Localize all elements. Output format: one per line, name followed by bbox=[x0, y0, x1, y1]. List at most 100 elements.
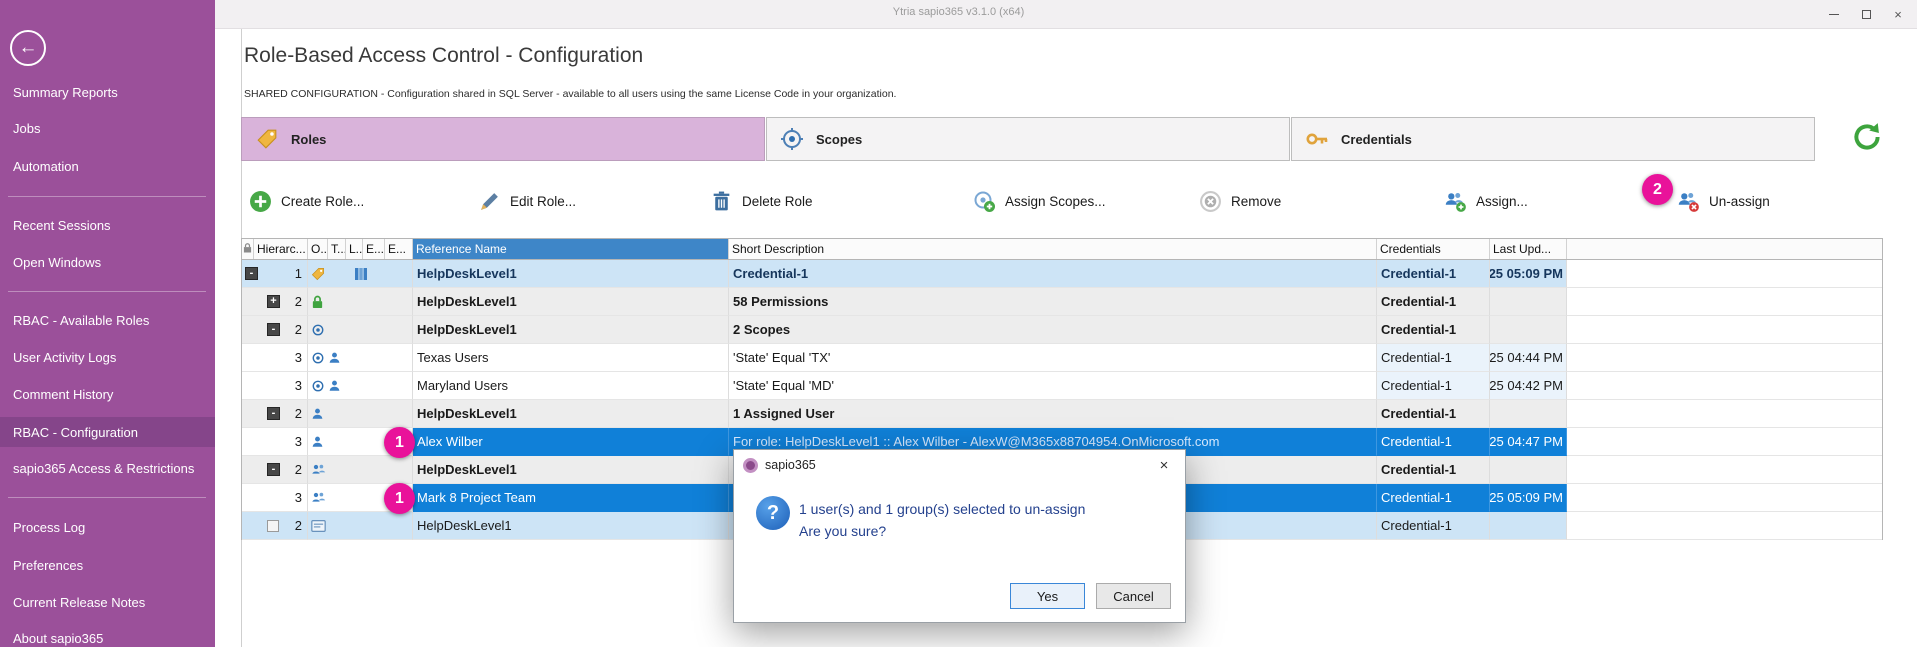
last-updated-column-header[interactable]: Last Upd... bbox=[1490, 239, 1567, 259]
column-header-e2[interactable]: E... bbox=[385, 239, 413, 259]
table-row[interactable]: - 1 HelpDeskLevel1 Credential-1 Credenti… bbox=[242, 260, 1882, 288]
sidebar-item-user-activity-logs[interactable]: User Activity Logs bbox=[0, 342, 215, 372]
reference-name-cell[interactable]: Mark 8 Project Team bbox=[413, 484, 729, 512]
sidebar-item-about-sapio365[interactable]: About sapio365 bbox=[0, 623, 215, 647]
create-role-button[interactable]: Create Role... bbox=[248, 178, 364, 224]
column-header-e1[interactable]: E... bbox=[363, 239, 385, 259]
credentials-column-header[interactable]: Credentials bbox=[1377, 239, 1490, 259]
sidebar-item-recent-sessions[interactable]: Recent Sessions bbox=[0, 210, 215, 240]
last-updated-cell[interactable]: 25 05:09 PM bbox=[1490, 484, 1567, 512]
sidebar-item-automation[interactable]: Automation bbox=[0, 151, 215, 181]
table-row[interactable]: - 2 HelpDeskLevel1 2 Scopes Credential-1 bbox=[242, 316, 1882, 344]
dialog-titlebar[interactable]: sapio365 × bbox=[734, 450, 1185, 480]
pencil-icon bbox=[477, 189, 501, 213]
sidebar-item-jobs[interactable]: Jobs bbox=[0, 113, 215, 143]
unassign-button[interactable]: Un-assign bbox=[1676, 178, 1770, 224]
credentials-cell[interactable]: Credential-1 bbox=[1377, 260, 1490, 288]
dialog-message: 1 user(s) and 1 group(s) selected to un-… bbox=[799, 501, 1085, 517]
yes-button[interactable]: Yes bbox=[1010, 583, 1085, 609]
reference-name-cell[interactable]: HelpDeskLevel1 bbox=[413, 316, 729, 344]
assign-scopes-button[interactable]: Assign Scopes... bbox=[972, 178, 1106, 224]
sidebar-item-preferences[interactable]: Preferences bbox=[0, 550, 215, 580]
tab-credentials[interactable]: Credentials bbox=[1291, 117, 1815, 161]
sidebar-item-rbac-configuration[interactable]: RBAC - Configuration bbox=[0, 417, 215, 447]
sidebar-item-rbac-available-roles[interactable]: RBAC - Available Roles bbox=[0, 305, 215, 335]
close-button[interactable]: × bbox=[1885, 3, 1911, 25]
last-updated-cell[interactable] bbox=[1490, 316, 1567, 344]
sidebar-item-process-log[interactable]: Process Log bbox=[0, 512, 215, 542]
sidebar-item-open-windows[interactable]: Open Windows bbox=[0, 247, 215, 277]
minimize-button[interactable] bbox=[1821, 3, 1847, 25]
credentials-cell[interactable]: Credential-1 bbox=[1377, 512, 1490, 540]
table-row[interactable]: - 2 HelpDeskLevel1 1 Assigned User Crede… bbox=[242, 400, 1882, 428]
reference-name-cell[interactable]: HelpDeskLevel1 bbox=[413, 400, 729, 428]
reference-name-cell[interactable]: HelpDeskLevel1 bbox=[413, 260, 729, 288]
lock-column-header[interactable] bbox=[242, 239, 254, 259]
delete-role-button[interactable]: Delete Role bbox=[709, 178, 813, 224]
scope-add-icon bbox=[972, 189, 996, 213]
column-header-t[interactable]: T... bbox=[328, 239, 346, 259]
tab-scopes[interactable]: Scopes bbox=[766, 117, 1290, 161]
last-updated-cell[interactable] bbox=[1490, 512, 1567, 540]
assign-button[interactable]: Assign... bbox=[1443, 178, 1528, 224]
reference-name-cell[interactable]: HelpDeskLevel1 bbox=[413, 456, 729, 484]
sidebar-item-sapio365-access-restrictions[interactable]: sapio365 Access & Restrictions bbox=[0, 453, 215, 483]
collapse-toggle[interactable]: - bbox=[245, 267, 258, 280]
toolbar-label: Edit Role... bbox=[510, 194, 576, 209]
reference-name-cell[interactable]: Alex Wilber bbox=[413, 428, 729, 456]
remove-button[interactable]: Remove bbox=[1198, 178, 1281, 224]
last-updated-cell[interactable]: 025 04:42 PM bbox=[1490, 372, 1567, 400]
last-updated-cell[interactable]: 025 04:44 PM bbox=[1490, 344, 1567, 372]
last-updated-cell[interactable]: 025 04:47 PM bbox=[1490, 428, 1567, 456]
short-description-cell[interactable]: 'State' Equal 'MD' bbox=[729, 372, 1377, 400]
credentials-cell[interactable]: Credential-1 bbox=[1377, 456, 1490, 484]
reference-name-column-header[interactable]: Reference Name bbox=[413, 239, 729, 259]
credentials-cell[interactable]: Credential-1 bbox=[1377, 288, 1490, 316]
card-icon bbox=[311, 520, 326, 532]
last-updated-cell[interactable] bbox=[1490, 456, 1567, 484]
collapse-toggle[interactable]: - bbox=[267, 407, 280, 420]
short-description-cell[interactable]: Credential-1 bbox=[729, 260, 1377, 288]
last-updated-cell[interactable]: 25 05:09 PM bbox=[1490, 260, 1567, 288]
credentials-cell[interactable]: Credential-1 bbox=[1377, 344, 1490, 372]
credentials-cell[interactable]: Credential-1 bbox=[1377, 316, 1490, 344]
sidebar-item-comment-history[interactable]: Comment History bbox=[0, 379, 215, 409]
maximize-button[interactable] bbox=[1853, 3, 1879, 25]
tab-label: Roles bbox=[291, 132, 326, 147]
tag-icon bbox=[311, 267, 325, 281]
sidebar-item-summary-reports[interactable]: Summary Reports bbox=[0, 77, 215, 107]
table-row[interactable]: 3 Maryland Users 'State' Equal 'MD' Cred… bbox=[242, 372, 1882, 400]
credentials-cell[interactable]: Credential-1 bbox=[1377, 484, 1490, 512]
table-row[interactable]: 3 Texas Users 'State' Equal 'TX' Credent… bbox=[242, 344, 1882, 372]
hierarchy-column-header[interactable]: Hierarc... bbox=[254, 239, 308, 259]
last-updated-cell[interactable] bbox=[1490, 288, 1567, 316]
expand-toggle[interactable]: + bbox=[267, 295, 280, 308]
collapse-toggle[interactable]: - bbox=[267, 463, 280, 476]
tab-roles[interactable]: Roles bbox=[241, 117, 765, 161]
collapse-toggle[interactable]: - bbox=[267, 323, 280, 336]
last-updated-cell[interactable] bbox=[1490, 400, 1567, 428]
cancel-button[interactable]: Cancel bbox=[1096, 583, 1171, 609]
checkbox-icon[interactable] bbox=[267, 520, 279, 532]
reference-name-cell[interactable]: Maryland Users bbox=[413, 372, 729, 400]
credentials-cell[interactable]: Credential-1 bbox=[1377, 428, 1490, 456]
refresh-button[interactable] bbox=[1846, 119, 1888, 159]
short-description-cell[interactable]: 1 Assigned User bbox=[729, 400, 1377, 428]
short-description-cell[interactable]: 'State' Equal 'TX' bbox=[729, 344, 1377, 372]
table-row[interactable]: + 2 HelpDeskLevel1 58 Permissions Creden… bbox=[242, 288, 1882, 316]
column-header-l[interactable]: L... bbox=[346, 239, 363, 259]
reference-name-cell[interactable]: Texas Users bbox=[413, 344, 729, 372]
edit-role-button[interactable]: Edit Role... bbox=[477, 178, 576, 224]
reference-name-cell[interactable]: HelpDeskLevel1 bbox=[413, 288, 729, 316]
credentials-cell[interactable]: Credential-1 bbox=[1377, 372, 1490, 400]
column-header-o[interactable]: O... bbox=[308, 239, 328, 259]
dialog-close-button[interactable]: × bbox=[1143, 450, 1185, 480]
short-description-cell[interactable]: 2 Scopes bbox=[729, 316, 1377, 344]
sidebar-item-current-release-notes[interactable]: Current Release Notes bbox=[0, 587, 215, 617]
back-button[interactable]: ← bbox=[10, 30, 46, 66]
credentials-cell[interactable]: Credential-1 bbox=[1377, 400, 1490, 428]
short-description-column-header[interactable]: Short Description bbox=[729, 239, 1377, 259]
step-badge-1: 1 bbox=[384, 427, 415, 458]
short-description-cell[interactable]: 58 Permissions bbox=[729, 288, 1377, 316]
reference-name-cell[interactable]: HelpDeskLevel1 bbox=[413, 512, 729, 540]
